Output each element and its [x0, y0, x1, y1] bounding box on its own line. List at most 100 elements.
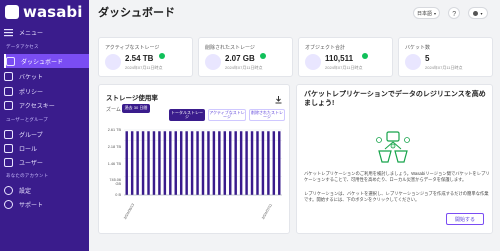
sidebar-item-buckets[interactable]: バケット	[4, 69, 89, 83]
trend-up-icon	[260, 53, 266, 59]
chart-bar[interactable]	[229, 131, 232, 195]
sidebar-item-label: グループ	[19, 132, 43, 139]
page-title: ダッシュボード	[98, 7, 175, 19]
stat-label: オブジェクト合計	[305, 45, 346, 51]
deleted-cloud-icon	[205, 54, 221, 70]
chart-bar[interactable]	[207, 131, 210, 195]
chart-bar[interactable]	[185, 131, 188, 195]
svg-text:?: ?	[452, 11, 456, 18]
chart-bar[interactable]	[169, 131, 172, 195]
chart-bar[interactable]	[174, 131, 177, 195]
sidebar-item-label: 設定	[19, 188, 32, 195]
get-started-button[interactable]: 開始する	[446, 213, 484, 225]
brand-logo[interactable]: wasabi	[5, 3, 83, 21]
section-your-account: あなたのアカウント	[6, 173, 49, 178]
stat-value: 5	[425, 54, 430, 63]
sidebar-item-support[interactable]: サポート	[4, 197, 89, 211]
sidebar-item-settings[interactable]: 設定	[4, 183, 89, 197]
chart-bar[interactable]	[130, 131, 134, 195]
chart-bar[interactable]	[136, 131, 139, 195]
chart-bar[interactable]	[261, 131, 265, 195]
chart-bar[interactable]	[152, 131, 156, 195]
chart-bar[interactable]	[256, 131, 259, 195]
sidebar-item-users[interactable]: ユーザー	[4, 155, 89, 169]
stat-card-deleted-storage: 削除されたストレージ 2.07 GB 2024年07月11日時点	[198, 37, 293, 77]
sidebar-item-label: バケット	[19, 74, 44, 81]
stat-label: アクティブなストレージ	[105, 45, 160, 51]
language-label: 日本語	[416, 10, 432, 17]
section-users-groups: ユーザーとグループ	[6, 117, 48, 122]
chart-bar[interactable]	[267, 131, 270, 195]
cloud-icon	[105, 54, 121, 70]
chart-bar[interactable]	[190, 131, 194, 195]
menu-icon	[4, 28, 13, 37]
stat-subtitle: 2024年07月11日時点	[225, 65, 263, 70]
stat-card-active-storage: アクティブなストレージ 2.54 TB 2024年07月11日時点	[98, 37, 193, 77]
chart-bar[interactable]	[250, 131, 254, 195]
chart-bar[interactable]	[223, 131, 227, 195]
account-icon	[473, 10, 479, 16]
trend-up-icon	[362, 53, 368, 59]
chart-bar[interactable]	[239, 131, 243, 195]
chart-bar[interactable]	[245, 131, 248, 195]
bucket-icon	[405, 54, 421, 70]
object-icon	[305, 54, 321, 70]
sidebar-item-label: サポート	[19, 202, 44, 209]
sidebar-item-label: アクセスキー	[19, 103, 55, 110]
chart-bar[interactable]	[272, 131, 276, 195]
support-icon	[4, 199, 13, 209]
chart-bar[interactable]	[179, 131, 183, 195]
bucket-icon	[4, 71, 13, 81]
stat-card-total-objects: オブジェクト合計 110,511 2024年07月11日時点	[298, 37, 393, 77]
settings-icon	[4, 185, 13, 195]
sidebar-item-roles[interactable]: ロール	[4, 141, 89, 155]
language-select[interactable]: 日本語 ▾	[413, 7, 440, 19]
header: ダッシュボード 日本語 ▾ ? ▾	[89, 0, 500, 31]
stat-subtitle: 2024年07月11日時点	[425, 65, 463, 70]
sidebar-item-dashboard[interactable]: ダッシュボード	[4, 54, 89, 68]
sidebar-item-policies[interactable]: ポリシー	[4, 84, 89, 98]
account-menu[interactable]: ▾	[468, 7, 488, 19]
trend-up-icon	[159, 53, 165, 59]
promo-paragraph-2: レプリケーションは、バケットを選択し、レプリケーションジョブを作成するだけの簡単…	[304, 191, 489, 202]
chart-bar[interactable]	[212, 131, 216, 195]
chart-bar[interactable]	[125, 131, 128, 195]
sidebar-item-groups[interactable]: グループ	[4, 127, 89, 141]
dashboard-icon	[6, 56, 15, 66]
user-icon	[4, 157, 13, 167]
chevron-down-icon: ▾	[434, 10, 437, 16]
help-icon[interactable]: ?	[448, 7, 460, 19]
storage-usage-panel: ストレージ使用率 ズーム 過去 30 日間 トータルストレージ アクティブなスト…	[98, 84, 290, 234]
chart-bar[interactable]	[196, 131, 199, 195]
sidebar-item-label: ポリシー	[19, 89, 44, 96]
chart-bar[interactable]	[234, 131, 237, 195]
role-icon	[4, 143, 13, 153]
chart-bar[interactable]	[163, 131, 167, 195]
chart-bar[interactable]	[218, 131, 221, 195]
promo-paragraph-1: バケットレプリケーションのご利用を検討しましょう。Wasabiリージョン間でバケ…	[304, 171, 490, 182]
chart-bar[interactable]	[201, 131, 205, 195]
chart-bar[interactable]	[158, 131, 161, 195]
stat-value: 2.07 GB	[225, 54, 255, 63]
sidebar-item-label: ダッシュボード	[21, 59, 64, 66]
group-icon	[4, 129, 13, 139]
stat-label: バケット数	[405, 45, 431, 51]
chart-bar[interactable]	[141, 131, 145, 195]
menu-label: メニュー	[19, 30, 44, 37]
stat-value: 110,511	[325, 54, 354, 63]
sidebar-item-access-keys[interactable]: アクセスキー	[4, 98, 89, 112]
stat-value: 2.54 TB	[125, 54, 154, 63]
stat-subtitle: 2024年07月11日時点	[325, 65, 363, 70]
policy-icon	[4, 86, 13, 96]
replication-illustration-icon	[367, 131, 419, 165]
sidebar-item-label: ロール	[19, 146, 38, 153]
brand-name: wasabi	[23, 3, 83, 21]
stat-label: 削除されたストレージ	[205, 45, 255, 51]
stat-card-bucket-count: バケット数 5 2024年07月11日時点	[398, 37, 493, 77]
menu-toggle[interactable]: メニュー	[4, 25, 89, 39]
chart-bar[interactable]	[278, 131, 281, 195]
chevron-down-icon: ▾	[480, 10, 483, 16]
chart-bar[interactable]	[147, 131, 150, 195]
sidebar-item-label: ユーザー	[19, 160, 43, 167]
wasabi-logo-icon	[5, 5, 19, 19]
